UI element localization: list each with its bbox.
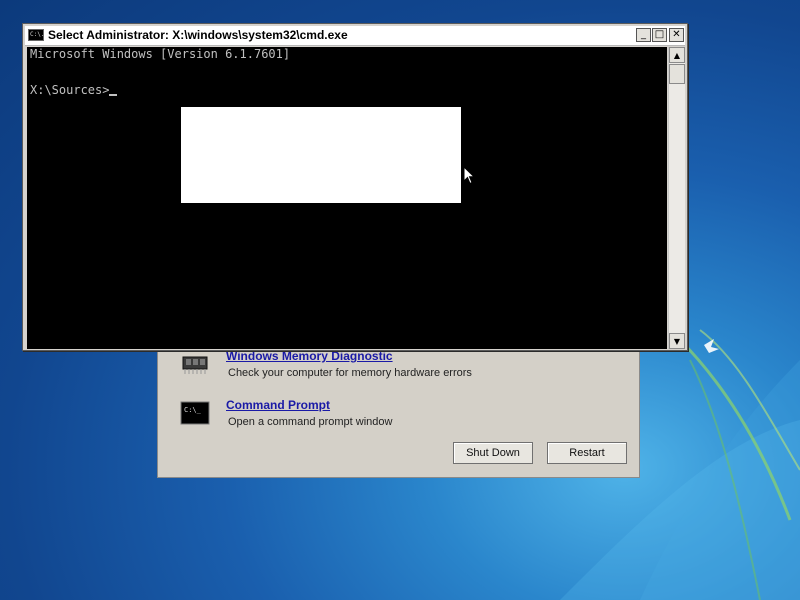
window-title: Select Administrator: X:\windows\system3… [48, 28, 348, 42]
command-prompt-description: Open a command prompt window [228, 416, 393, 428]
redacted-area [181, 107, 461, 203]
cmd-window: C:\. Select Administrator: X:\windows\sy… [22, 23, 688, 351]
minimize-button[interactable]: _ [636, 28, 651, 42]
memory-diagnostic-description: Check your computer for memory hardware … [228, 367, 472, 379]
scroll-down-button[interactable]: ▼ [669, 333, 685, 349]
command-prompt-link[interactable]: Command Prompt [226, 398, 330, 412]
svg-text:C:\_: C:\_ [184, 406, 202, 414]
scroll-thumb[interactable] [669, 64, 685, 84]
restart-button[interactable]: Restart [547, 442, 627, 464]
shut-down-button[interactable]: Shut Down [453, 442, 533, 464]
vertical-scrollbar[interactable]: ▲ ▼ [668, 47, 685, 349]
console-version-line: Microsoft Windows [Version 6.1.7601] [30, 47, 291, 61]
cmd-titlebar[interactable]: C:\. Select Administrator: X:\windows\sy… [25, 26, 685, 46]
text-cursor [109, 94, 118, 96]
memory-diagnostic-link[interactable]: Windows Memory Diagnostic [226, 349, 393, 363]
memory-chip-icon [182, 356, 208, 374]
close-button[interactable]: ✕ [669, 28, 684, 42]
command-prompt-icon: C:\_ [180, 401, 210, 425]
console-output[interactable]: Microsoft Windows [Version 6.1.7601] X:\… [27, 47, 667, 349]
scroll-up-button[interactable]: ▲ [669, 47, 685, 63]
prompt-text: X:\Sources> [30, 83, 110, 97]
cmd-app-icon[interactable]: C:\. [28, 29, 44, 41]
mouse-pointer-icon [463, 166, 475, 185]
maximize-button[interactable]: □ [652, 28, 667, 42]
console-prompt-line: X:\Sources> [30, 83, 118, 97]
